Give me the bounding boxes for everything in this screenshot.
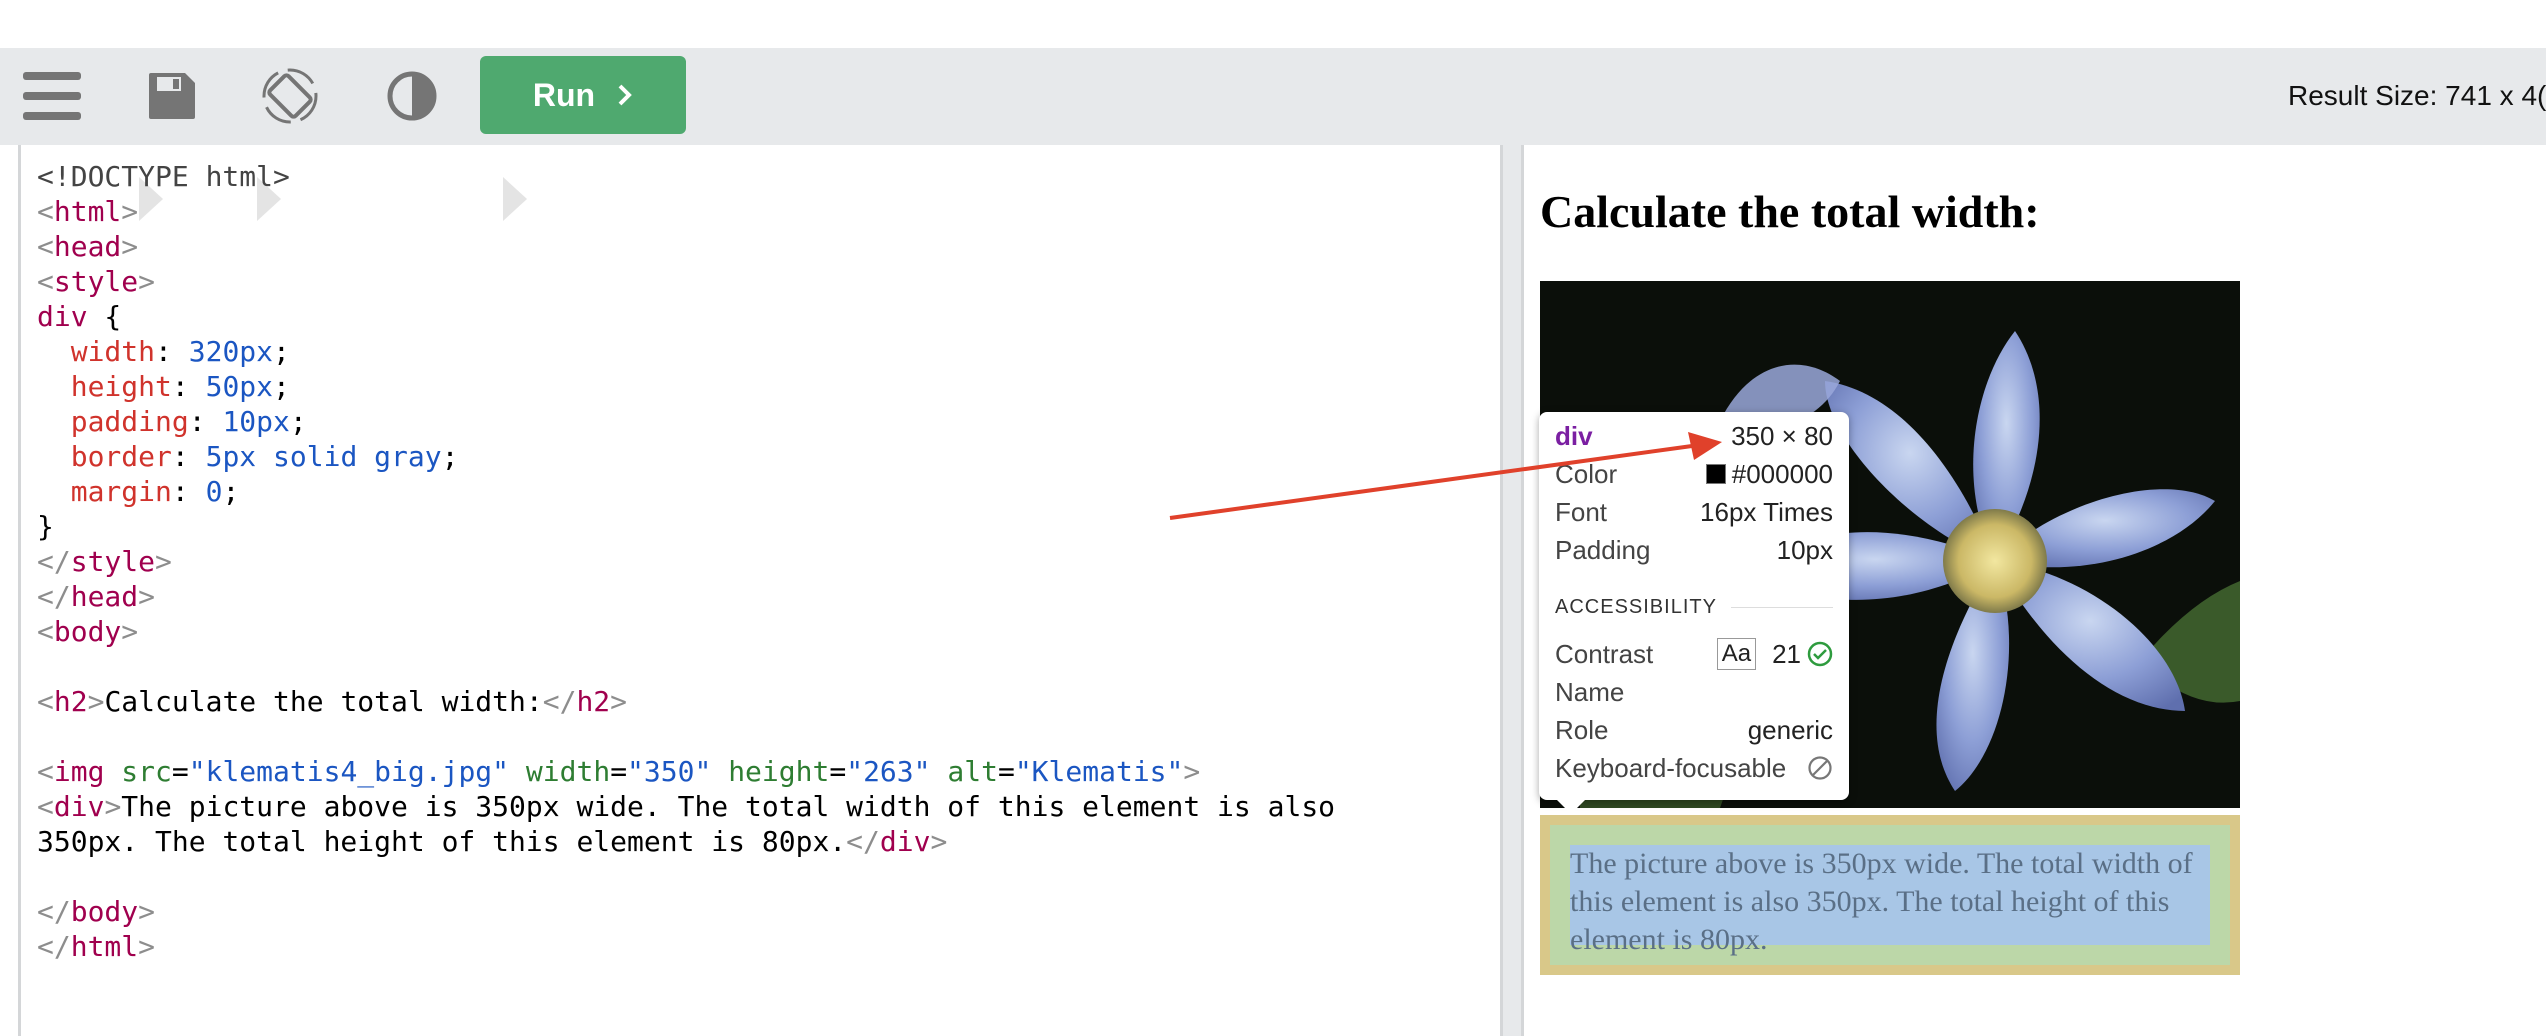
result-div-element: The picture above is 350px wide. The tot… <box>1540 815 2240 975</box>
contrast-icon[interactable] <box>382 66 442 126</box>
code-line[interactable]: <img src="klematis4_big.jpg" width="350"… <box>37 754 1335 789</box>
code-line[interactable]: <div>The picture above is 350px wide. Th… <box>37 789 1335 824</box>
run-button[interactable]: Run <box>480 56 686 134</box>
code-line[interactable] <box>37 719 1335 754</box>
tooltip-contrast-label: Contrast <box>1555 638 1654 669</box>
code-line[interactable]: <h2>Calculate the total width:</h2> <box>37 684 1335 719</box>
tooltip-contrast-value: 21 <box>1772 638 1801 669</box>
tooltip-font-value: 16px Times <box>1700 496 1833 527</box>
code-line[interactable]: <head> <box>37 229 1335 264</box>
tooltip-padding-value: 10px <box>1776 534 1833 565</box>
code-line[interactable]: </body> <box>37 894 1335 929</box>
chevron-right-icon <box>618 84 632 106</box>
tooltip-section-title: ACCESSIBILITY <box>1555 596 1717 618</box>
tooltip-role-value: generic <box>1747 714 1833 745</box>
check-circle-icon <box>1807 641 1833 667</box>
code-line[interactable]: 350px. The total height of this element … <box>37 824 1335 859</box>
section-divider <box>1730 607 1833 608</box>
code-line[interactable] <box>37 649 1335 684</box>
result-size-readout: Result Size: 741 x 4( <box>2288 80 2546 111</box>
tooltip-color-value-wrap: #000000 <box>1705 458 1833 490</box>
code-line[interactable]: <!DOCTYPE html> <box>37 159 1335 194</box>
color-swatch <box>1705 464 1726 484</box>
tooltip-padding-row: Padding 10px <box>1555 534 1833 566</box>
tooltip-header: div 350 × 80 <box>1555 420 1833 452</box>
tooltip-color-row: Color #000000 <box>1555 458 1833 490</box>
tooltip-name-row: Name <box>1555 676 1833 708</box>
tooltip-color-value: #000000 <box>1731 458 1833 489</box>
pane-divider[interactable] <box>1503 145 1521 1036</box>
code-line[interactable]: } <box>37 509 1335 544</box>
code-line[interactable]: <body> <box>37 614 1335 649</box>
padding-box: The picture above is 350px wide. The tot… <box>1550 825 2230 965</box>
code-line[interactable]: margin: 0; <box>37 474 1335 509</box>
tooltip-contrast-row: Contrast Aa 21 <box>1555 638 1833 670</box>
tooltip-role-label: Role <box>1555 714 1609 745</box>
tooltip-name-label: Name <box>1555 676 1625 707</box>
tooltip-font-label: Font <box>1555 496 1608 527</box>
code-line[interactable]: div { <box>37 299 1335 334</box>
tooltip-keyboard-row: Keyboard-focusable <box>1555 752 1833 784</box>
code-line[interactable]: </html> <box>37 929 1335 964</box>
code-line[interactable]: padding: 10px; <box>37 404 1335 439</box>
tooltip-keyboard-label: Keyboard-focusable <box>1555 752 1787 783</box>
tooltip-size: 350 × 80 <box>1731 420 1833 451</box>
hamburger-menu-icon[interactable] <box>22 66 82 126</box>
code-line[interactable]: height: 50px; <box>37 369 1335 404</box>
code-line[interactable]: </style> <box>37 544 1335 579</box>
code-editor[interactable]: <!DOCTYPE html> <html> <head> <style> div { … <box>18 145 1503 1036</box>
tooltip-role-row: Role generic <box>1555 714 1833 746</box>
run-button-label: Run <box>532 76 596 113</box>
contrast-sample: Aa <box>1716 638 1757 670</box>
tooltip-color-label: Color <box>1555 458 1618 489</box>
code-line[interactable]: <style> <box>37 264 1335 299</box>
inspector-tooltip: div 350 × 80 Color #000000 Font 16px Tim… <box>1539 412 1849 814</box>
code-line[interactable]: </head> <box>37 579 1335 614</box>
code-line[interactable]: <html> <box>37 194 1335 229</box>
tooltip-font-row: Font 16px Times <box>1555 496 1833 528</box>
floppy-disk-icon[interactable] <box>142 66 202 126</box>
top-strip <box>0 0 2546 48</box>
result-heading: Calculate the total width: <box>1540 186 2040 237</box>
tooltip-contrast-value-wrap: Aa 21 <box>1716 638 1833 670</box>
code-line[interactable]: width: 320px; <box>37 334 1335 369</box>
tooltip-accessibility-section: ACCESSIBILITY <box>1555 596 1833 619</box>
rotate-screen-icon[interactable] <box>260 66 320 126</box>
result-div-text: The picture above is 350px wide. The tot… <box>1570 847 2193 956</box>
code-line[interactable] <box>37 859 1335 894</box>
code-content[interactable]: <!DOCTYPE html> <html> <head> <style> div { … <box>37 159 1335 964</box>
code-line[interactable]: border: 5px solid gray; <box>37 439 1335 474</box>
tooltip-tag: div <box>1555 420 1593 451</box>
tooltip-padding-label: Padding <box>1555 534 1651 565</box>
not-allowed-icon <box>1808 756 1832 780</box>
